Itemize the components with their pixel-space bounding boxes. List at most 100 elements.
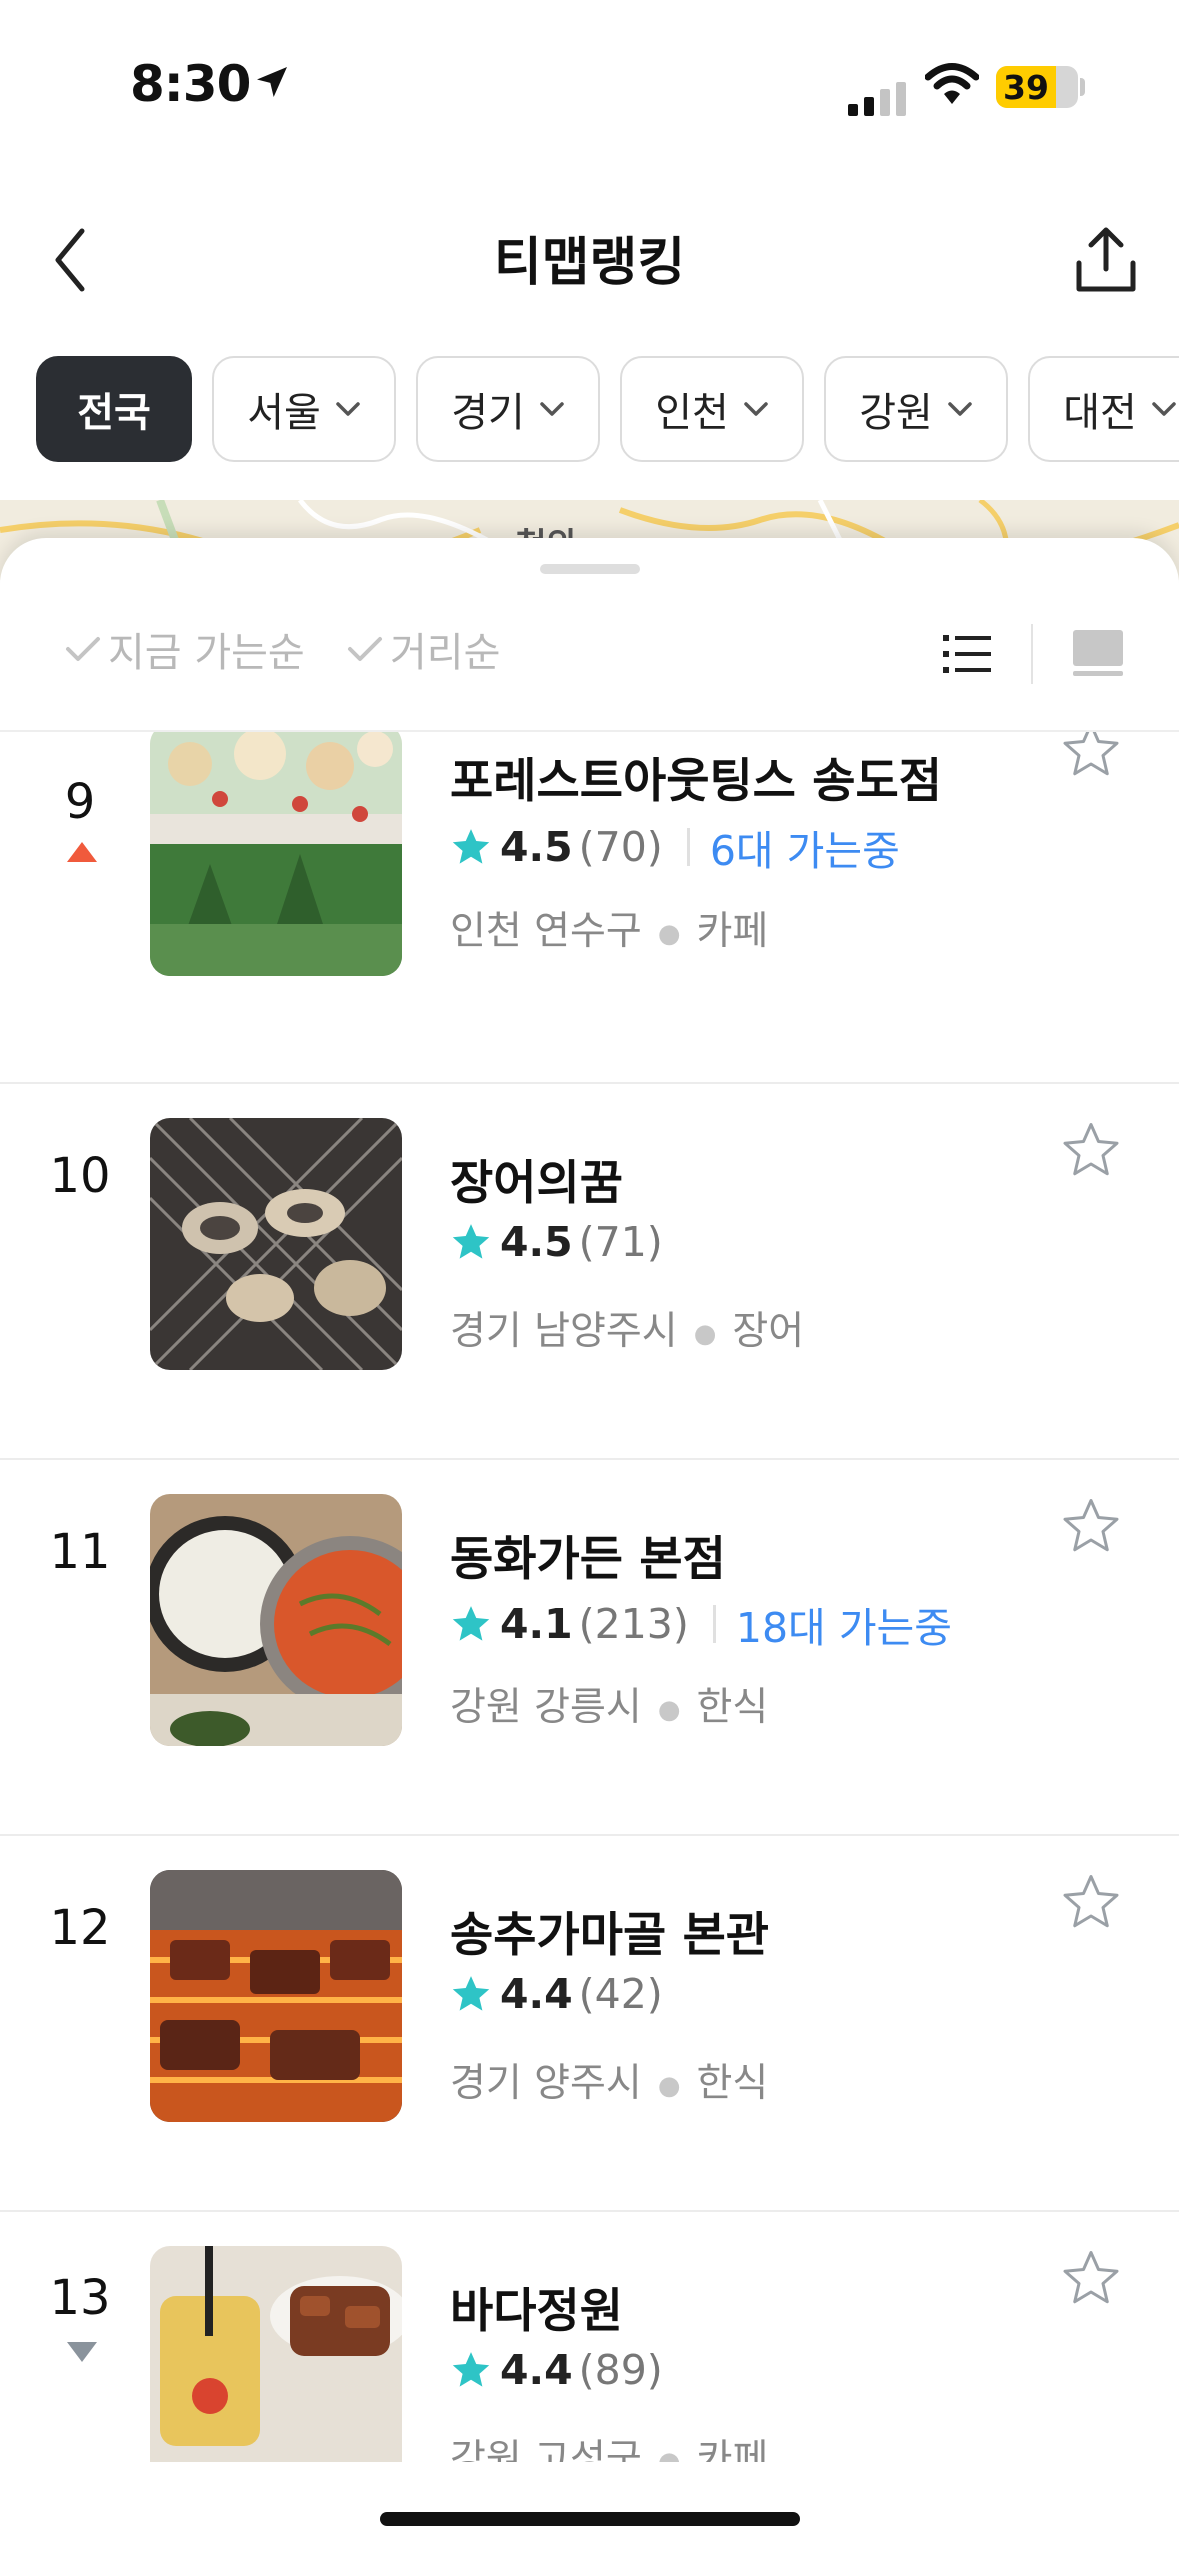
list-item[interactable]: 13 바다정원 4.4 (89) 강원 고성군 ● 카페	[0, 2212, 1179, 2462]
meta-dot: ●	[657, 1694, 681, 1725]
thumbnail-image	[150, 1870, 402, 2122]
place-name: 바다정원	[450, 2284, 623, 2339]
rating-star-icon	[452, 829, 490, 864]
sheet-drag-handle[interactable]	[540, 564, 640, 574]
review-count: (42)	[578, 1970, 663, 2018]
check-icon	[66, 637, 100, 661]
place-area: 강원 고성군	[450, 2437, 642, 2462]
place-meta: 경기 양주시 ● 한식	[450, 2052, 768, 2108]
place-area: 경기 양주시	[450, 2061, 642, 2106]
rating-score: 4.4	[500, 1970, 573, 2018]
rating-star-icon	[452, 1224, 490, 1259]
region-chip-seoul[interactable]: 서울	[212, 356, 396, 462]
battery-tip	[1080, 78, 1085, 96]
wifi-icon	[925, 63, 979, 104]
region-chip-label: 인천	[655, 390, 729, 436]
thumbnail-image	[150, 1494, 402, 1746]
rating-score: 4.5	[500, 1218, 573, 1266]
rank-number: 10	[49, 1148, 111, 1204]
place-meta: 경기 남양주시 ● 장어	[450, 1300, 804, 1356]
region-chip-incheon[interactable]: 인천	[620, 356, 804, 462]
chevron-down-icon	[948, 402, 972, 416]
favorite-star-icon[interactable]	[1060, 2248, 1122, 2308]
review-count: (71)	[578, 1218, 663, 1266]
place-thumbnail	[150, 1118, 402, 1370]
rating-score: 4.1	[500, 1600, 573, 1648]
battery-indicator: 39	[996, 66, 1078, 108]
chevron-down-icon	[540, 402, 564, 416]
review-count: (70)	[578, 823, 663, 871]
place-rating: 4.4 (89)	[450, 2346, 663, 2394]
rank-down-icon	[67, 2342, 97, 2362]
check-icon	[348, 637, 382, 661]
rank-number: 11	[49, 1524, 111, 1580]
place-category: 카페	[696, 909, 769, 954]
thumbnail-image	[150, 732, 402, 976]
place-category: 한식	[696, 2061, 769, 2106]
rating-score: 4.4	[500, 2346, 573, 2394]
list-item[interactable]: 11 동화가든 본점 4.1 (213) 18대 가는중 강원 강릉시 ● 한식	[0, 1460, 1179, 1834]
live-traffic-count: 6대 가는중	[709, 827, 900, 875]
region-chip-label: 서울	[247, 390, 321, 436]
region-chip-label: 대전	[1063, 390, 1137, 436]
sort-now-going-label: 지금 가는순	[108, 630, 305, 676]
card-view-icon[interactable]	[1073, 630, 1123, 676]
list-item[interactable]: 9 포레스트아웃팅스 송도점 4.5 (70) 6대 가는중 인천 연수구 ● …	[0, 732, 1179, 1086]
region-chip-daejeon[interactable]: 대전	[1028, 356, 1179, 462]
list-view-icon[interactable]	[943, 634, 991, 674]
place-name: 동화가든 본점	[450, 1532, 726, 1587]
rating-separator	[712, 1605, 716, 1643]
home-indicator[interactable]	[380, 2512, 800, 2526]
rating-star-icon	[452, 1976, 490, 2011]
place-area: 경기 남양주시	[450, 1309, 678, 1354]
live-traffic-count: 18대 가는중	[735, 1604, 952, 1652]
review-count: (213)	[578, 1600, 689, 1648]
thumbnail-image	[150, 1118, 402, 1370]
region-filter-bar: 전국 서울 경기 인천 강원 대전	[36, 356, 1179, 466]
page-title: 티맵랭킹	[493, 233, 686, 293]
region-chip-gangwon[interactable]: 강원	[824, 356, 1008, 462]
rating-star-icon	[452, 2352, 490, 2387]
region-chip-all[interactable]: 전국	[36, 356, 192, 462]
rank-number: 12	[49, 1900, 111, 1956]
place-meta: 인천 연수구 ● 카페	[450, 900, 768, 956]
region-chip-label: 전국	[77, 390, 151, 436]
rating-score: 4.5	[500, 823, 573, 871]
status-time: 8:30	[130, 55, 251, 113]
favorite-star-icon[interactable]	[1060, 1872, 1122, 1932]
share-icon[interactable]	[1073, 225, 1139, 295]
place-rating: 4.5 (70) 6대 가는중	[450, 817, 900, 877]
favorite-star-icon[interactable]	[1060, 1120, 1122, 1180]
place-rating: 4.1 (213) 18대 가는중	[450, 1594, 952, 1654]
region-chip-gyeonggi[interactable]: 경기	[416, 356, 600, 462]
place-thumbnail	[150, 2246, 402, 2462]
ranking-sheet: 지금 가는순 거리순 9 포레스트아웃팅스 송도점 4.5 (70) 6대 가는…	[0, 538, 1179, 2556]
sort-distance[interactable]: 거리순	[346, 620, 500, 678]
rating-separator	[686, 828, 690, 866]
status-bar: 8:30 39	[0, 0, 1179, 150]
place-meta: 강원 강릉시 ● 한식	[450, 1676, 768, 1732]
rating-star-icon	[452, 1606, 490, 1641]
place-area: 강원 강릉시	[450, 1685, 642, 1730]
meta-dot: ●	[657, 918, 681, 949]
sort-now-going[interactable]: 지금 가는순	[64, 620, 305, 678]
chevron-down-icon	[1152, 402, 1176, 416]
place-name: 장어의꿈	[450, 1156, 623, 1211]
place-name: 송추가마골 본관	[450, 1908, 770, 1963]
place-thumbnail	[150, 1494, 402, 1746]
place-rating: 4.4 (42)	[450, 1970, 663, 2018]
favorite-star-icon[interactable]	[1060, 1496, 1122, 1556]
place-rating: 4.5 (71)	[450, 1218, 663, 1266]
place-category: 카페	[696, 2437, 769, 2462]
region-chip-label: 경기	[451, 390, 525, 436]
cellular-signal-icon	[848, 82, 906, 116]
thumbnail-image	[150, 2246, 402, 2462]
list-item[interactable]: 10 장어의꿈 4.5 (71) 경기 남양주시 ● 장어	[0, 1084, 1179, 1458]
rank-up-icon	[67, 842, 97, 862]
place-category: 장어	[732, 1309, 805, 1354]
favorite-star-icon[interactable]	[1060, 732, 1122, 780]
meta-dot: ●	[657, 2446, 681, 2463]
list-item[interactable]: 12 송추가마골 본관 4.4 (42) 경기 양주시 ● 한식	[0, 1836, 1179, 2210]
meta-dot: ●	[657, 2070, 681, 2101]
rank-number: 9	[64, 774, 96, 830]
